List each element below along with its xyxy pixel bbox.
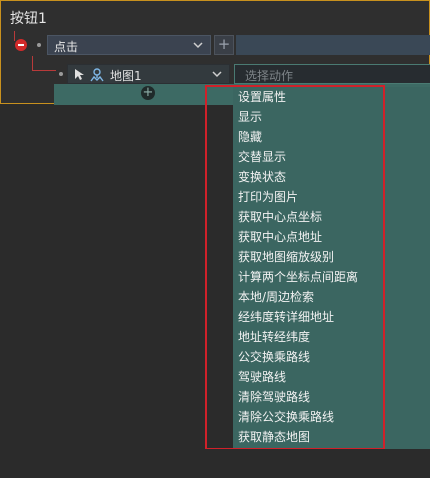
menu-item-clear-transit-route[interactable]: 清除公交换乘路线	[233, 407, 384, 427]
bullet-icon	[59, 72, 63, 76]
tree-line	[32, 56, 33, 70]
action-select-placeholder: 选择动作	[245, 69, 294, 83]
menu-item-local-search[interactable]: 本地/周边检索	[233, 287, 384, 307]
menu-item-hide[interactable]: 隐藏	[233, 127, 384, 147]
action-menu-list: 设置属性 显示 隐藏 交替显示 变换状态 打印为图片 获取中心点坐标 获取中心点…	[233, 87, 384, 449]
chevron-down-icon	[211, 68, 223, 80]
menu-item-print-image[interactable]: 打印为图片	[233, 187, 384, 207]
map-widget-icon	[90, 68, 104, 82]
menu-item-change-state[interactable]: 变换状态	[233, 167, 384, 187]
target-select[interactable]: 地图1	[67, 64, 230, 84]
action-dropdown: 设置属性 显示 隐藏 交替显示 变换状态 打印为图片 获取中心点坐标 获取中心点…	[233, 87, 430, 449]
add-event-button[interactable]: +	[214, 35, 234, 55]
target-select-value: 地图1	[110, 69, 142, 83]
menu-item-toggle-visibility[interactable]: 交替显示	[233, 147, 384, 167]
chevron-down-icon	[192, 39, 204, 51]
menu-item-get-center-address[interactable]: 获取中心点地址	[233, 227, 384, 247]
menu-item-calc-distance[interactable]: 计算两个坐标点间距离	[233, 267, 384, 287]
menu-item-show[interactable]: 显示	[233, 107, 384, 127]
event-select-value: 点击	[54, 40, 79, 54]
menu-item-set-property[interactable]: 设置属性	[233, 87, 384, 107]
menu-item-geocode[interactable]: 地址转经纬度	[233, 327, 384, 347]
bullet-icon	[37, 43, 41, 47]
menu-item-transit-route[interactable]: 公交换乘路线	[233, 347, 384, 367]
menu-item-get-center-coords[interactable]: 获取中心点坐标	[233, 207, 384, 227]
tree-line	[14, 31, 15, 41]
add-action-button[interactable]: +	[141, 86, 155, 100]
menu-item-get-static-map[interactable]: 获取静态地图	[233, 427, 384, 447]
menu-item-clear-driving-route[interactable]: 清除驾驶路线	[233, 387, 384, 407]
tree-line	[32, 70, 56, 71]
action-select[interactable]: 选择动作	[234, 64, 430, 84]
event-bar	[236, 35, 430, 55]
menu-item-reverse-geocode[interactable]: 经纬度转详细地址	[233, 307, 384, 327]
event-row: 点击 +	[7, 31, 430, 56]
menu-item-get-zoom-level[interactable]: 获取地图缩放级别	[233, 247, 384, 267]
cursor-icon	[74, 68, 85, 81]
background-area	[0, 449, 430, 478]
component-title: 按钮1	[10, 11, 47, 27]
remove-event-icon[interactable]	[15, 39, 27, 51]
menu-item-driving-route[interactable]: 驾驶路线	[233, 367, 384, 387]
event-select[interactable]: 点击	[47, 35, 211, 55]
